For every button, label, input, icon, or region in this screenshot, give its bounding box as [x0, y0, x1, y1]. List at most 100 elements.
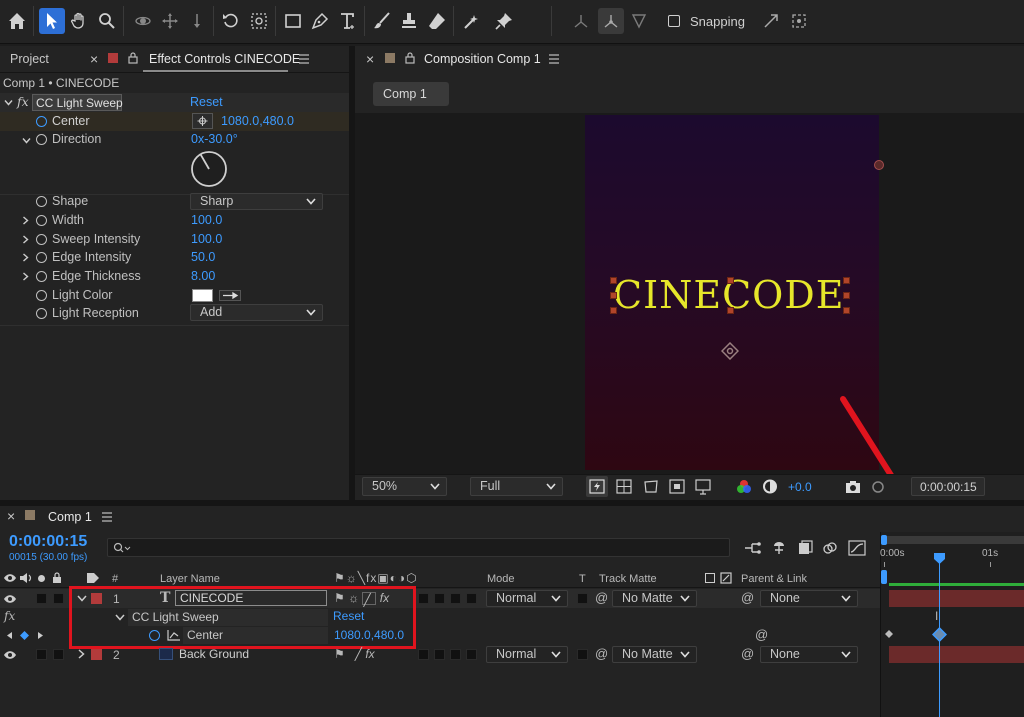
bbox-handle[interactable]: [610, 307, 617, 314]
track-matte-pickwhip-icon[interactable]: @: [595, 646, 608, 661]
graph-editor-icon[interactable]: [848, 540, 866, 556]
zoom-tool-icon[interactable]: [94, 8, 120, 34]
stopwatch-icon[interactable]: [36, 134, 47, 145]
lock-icon[interactable]: [52, 572, 62, 584]
close-icon[interactable]: ×: [90, 51, 98, 67]
type-tool-icon[interactable]: [335, 8, 361, 34]
switch-box[interactable]: [418, 593, 429, 604]
switch-box[interactable]: [418, 649, 429, 660]
tab-effect-controls[interactable]: Effect Controls CINECODE: [149, 52, 300, 66]
resolution-dropdown[interactable]: Full: [470, 477, 563, 496]
reset-exposure-icon[interactable]: [761, 478, 779, 495]
mask-visibility-icon[interactable]: [642, 478, 660, 495]
eraser-tool-icon[interactable]: [424, 8, 450, 34]
snapshot-camera-icon[interactable]: [844, 478, 862, 495]
fast-preview-icon[interactable]: [586, 476, 608, 497]
work-area-start-handle[interactable]: [881, 535, 887, 545]
layer-1-mode-dropdown[interactable]: Normal: [486, 590, 568, 607]
stopwatch-icon[interactable]: [36, 252, 47, 263]
snapping-checkbox[interactable]: [668, 15, 680, 27]
show-snapshot-icon[interactable]: [869, 478, 887, 495]
width-value[interactable]: 100.0: [191, 213, 222, 227]
direction-value[interactable]: 0x-30.0°: [191, 132, 238, 146]
layer-2-matte-dropdown[interactable]: No Matte: [612, 646, 697, 663]
pan-camera-icon[interactable]: [157, 8, 183, 34]
shape-dropdown[interactable]: Sharp: [190, 193, 323, 210]
tab-timeline-comp[interactable]: Comp 1: [48, 510, 92, 524]
bbox-handle[interactable]: [843, 277, 850, 284]
puppet-pin-icon[interactable]: [491, 8, 517, 34]
track-matte-pickwhip-icon[interactable]: @: [595, 590, 608, 605]
anchor-point-icon[interactable]: [721, 342, 739, 360]
expression-pickwhip-icon[interactable]: @: [755, 627, 768, 642]
panel-menu-icon[interactable]: [298, 54, 310, 64]
shy-layers-icon[interactable]: [771, 540, 787, 556]
layer-1-parent-dropdown[interactable]: None: [760, 590, 858, 607]
effect-name-box[interactable]: CC Light Sweep: [32, 94, 123, 111]
chevron-down-icon[interactable]: [4, 98, 13, 107]
bbox-handle[interactable]: [610, 277, 617, 284]
keyframe-icon[interactable]: [932, 627, 947, 642]
switch-box[interactable]: [450, 593, 461, 604]
edge-intensity-value[interactable]: 50.0: [191, 250, 215, 264]
view-axis-icon[interactable]: [626, 8, 652, 34]
close-icon[interactable]: ×: [7, 508, 15, 524]
hand-tool-icon[interactable]: [66, 8, 92, 34]
bbox-handle[interactable]: [843, 292, 850, 299]
time-navigator-handle[interactable]: [881, 570, 887, 584]
parent-pickwhip-icon[interactable]: @: [741, 590, 754, 605]
layer-2-parent-dropdown[interactable]: None: [760, 646, 858, 663]
fx-icon[interactable]: fx: [17, 94, 29, 109]
panel-menu-icon[interactable]: [548, 54, 560, 64]
solo-switch[interactable]: [36, 649, 47, 660]
chevron-right-icon[interactable]: [21, 235, 30, 244]
lock-icon[interactable]: [405, 52, 415, 64]
tab-project[interactable]: Project: [10, 52, 49, 66]
eye-icon[interactable]: [3, 650, 17, 660]
zoom-dropdown[interactable]: 50%: [362, 477, 447, 496]
region-of-interest-icon[interactable]: [668, 478, 686, 495]
color-channels-icon[interactable]: [735, 478, 753, 495]
next-keyframe-icon[interactable]: [37, 631, 45, 640]
lock-icon[interactable]: [128, 52, 138, 64]
pan-behind-icon[interactable]: [246, 8, 272, 34]
frame-blending-icon[interactable]: [797, 540, 813, 556]
clone-stamp-icon[interactable]: [396, 8, 422, 34]
bbox-handle[interactable]: [610, 292, 617, 299]
layer-label-color[interactable]: [91, 649, 102, 660]
exposure-value[interactable]: +0.0: [788, 480, 812, 494]
chevron-right-icon[interactable]: [77, 649, 86, 659]
dolly-camera-icon[interactable]: [184, 8, 210, 34]
time-graph[interactable]: [880, 532, 1024, 717]
preserve-transparency-switch[interactable]: [577, 593, 588, 604]
stopwatch-icon[interactable]: [36, 116, 47, 127]
chevron-right-icon[interactable]: [21, 216, 30, 225]
rectangle-tool-icon[interactable]: [280, 8, 306, 34]
center-value[interactable]: 1080.0,480.0: [221, 114, 294, 128]
snap-target-icon[interactable]: [786, 8, 812, 34]
light-center-handle[interactable]: [874, 160, 884, 170]
effect-reset-link[interactable]: Reset: [190, 95, 223, 109]
world-axis-icon[interactable]: [598, 8, 624, 34]
layer-2-switches[interactable]: ⚑ ╱ fx: [334, 647, 375, 661]
viewer-timecode-field[interactable]: 0:00:00:15: [911, 477, 985, 496]
preserve-transparency-switch[interactable]: [577, 649, 588, 660]
stopwatch-icon[interactable]: [36, 290, 47, 301]
roto-brush-icon[interactable]: [459, 8, 485, 34]
lock-switch[interactable]: [53, 593, 64, 604]
comp-breadcrumb-button[interactable]: Comp 1: [373, 82, 449, 106]
col-layer-name[interactable]: Layer Name: [160, 573, 220, 585]
bbox-handle[interactable]: [843, 307, 850, 314]
stopwatch-icon[interactable]: [36, 215, 47, 226]
light-reception-dropdown[interactable]: Add: [190, 304, 323, 321]
eye-icon[interactable]: [3, 573, 17, 583]
layer-1-matte-dropdown[interactable]: No Matte: [612, 590, 697, 607]
switch-box[interactable]: [466, 593, 477, 604]
motion-blur-icon[interactable]: [822, 540, 838, 556]
stopwatch-icon[interactable]: [36, 271, 47, 282]
panel-menu-icon[interactable]: [101, 512, 113, 522]
timeline-timecode[interactable]: 0:00:00:15: [9, 533, 87, 551]
pen-tool-icon[interactable]: [307, 8, 333, 34]
brush-tool-icon[interactable]: [369, 8, 395, 34]
switch-box[interactable]: [450, 649, 461, 660]
